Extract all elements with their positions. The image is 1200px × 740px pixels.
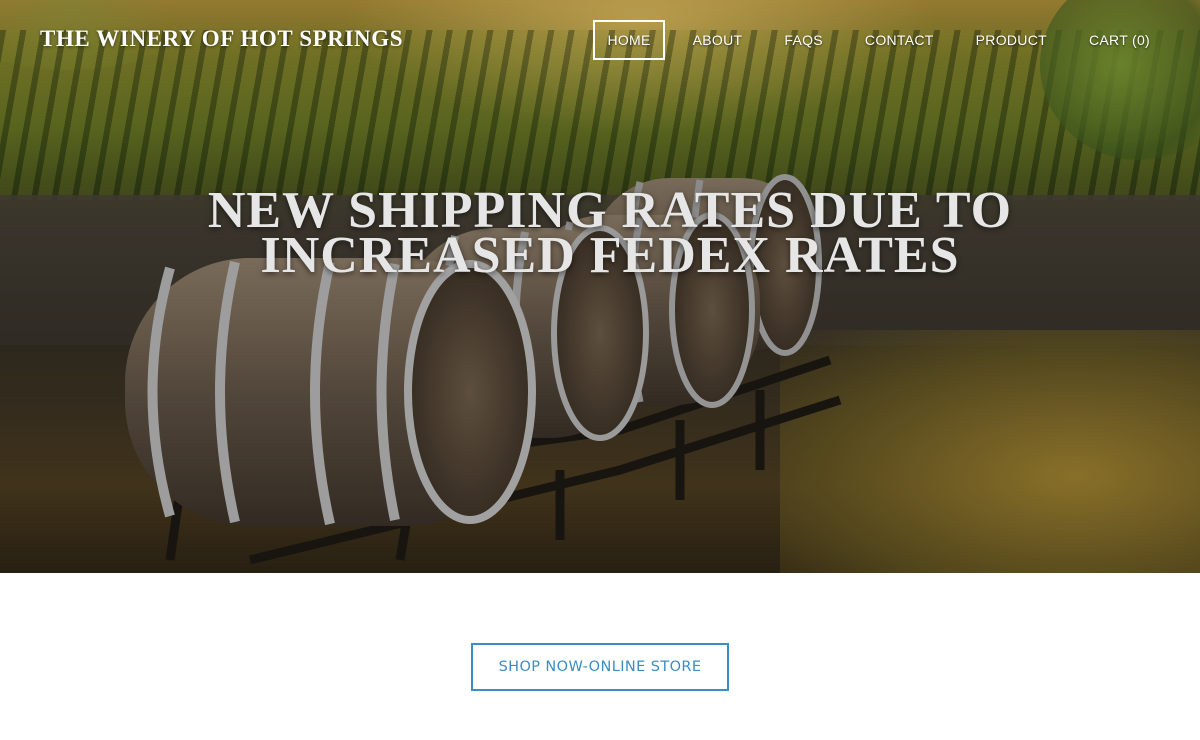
- nav-cart[interactable]: CART (0): [1075, 20, 1164, 60]
- nav-home[interactable]: HOME: [593, 20, 665, 60]
- site-title[interactable]: THE WINERY OF HOT SPRINGS: [40, 26, 403, 52]
- nav-contact[interactable]: CONTACT: [851, 20, 948, 60]
- main-nav: HOME ABOUT FAQS CONTACT PRODUCT CART (0): [579, 20, 1164, 60]
- nav-faqs[interactable]: FAQS: [770, 20, 837, 60]
- shop-now-button[interactable]: SHOP NOW-ONLINE STORE: [471, 643, 729, 691]
- hero-overlay: [0, 0, 1200, 573]
- nav-product[interactable]: PRODUCT: [962, 20, 1061, 60]
- hero-banner: THE WINERY OF HOT SPRINGS HOME ABOUT FAQ…: [0, 0, 1200, 573]
- nav-about[interactable]: ABOUT: [679, 20, 757, 60]
- hero-headline-line2: INCREASED FEDEX RATES: [260, 227, 960, 284]
- hero-headline: NEW SHIPPING RATES DUE TO INCREASED FEDE…: [0, 185, 1200, 284]
